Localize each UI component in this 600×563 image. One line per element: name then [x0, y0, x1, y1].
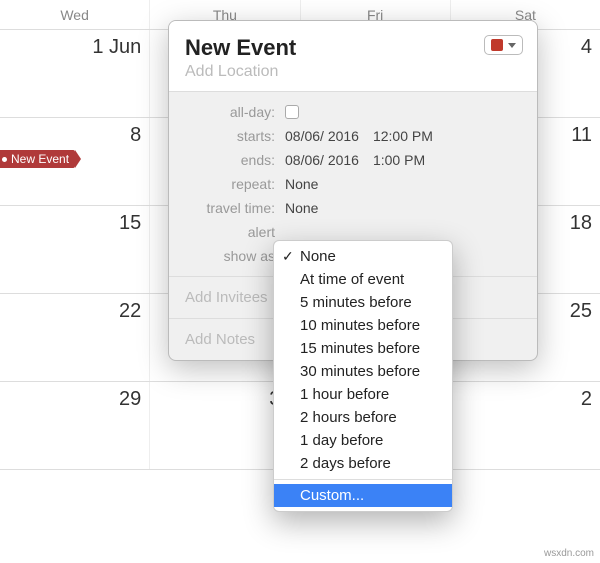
color-swatch-icon — [491, 39, 503, 51]
ends-date[interactable]: 08/06/ 2016 — [285, 152, 359, 168]
day-cell[interactable]: 15 — [0, 206, 150, 293]
day-cell[interactable]: 2 — [451, 382, 600, 469]
alert-option-5m[interactable]: 5 minutes before — [274, 291, 452, 314]
day-header: Wed — [0, 0, 150, 29]
repeat-label: repeat: — [185, 176, 285, 192]
alert-option-1d[interactable]: 1 day before — [274, 429, 452, 452]
starts-date[interactable]: 08/06/ 2016 — [285, 128, 359, 144]
day-cell[interactable]: 8 New Event — [0, 118, 150, 205]
alert-option-custom[interactable]: Custom... — [274, 484, 452, 507]
ends-time[interactable]: 1:00 PM — [373, 152, 425, 168]
event-title: New Event — [11, 152, 69, 166]
popover-header: New Event Add Location — [169, 21, 537, 92]
alert-option-2h[interactable]: 2 hours before — [274, 406, 452, 429]
alert-option-2d[interactable]: 2 days before — [274, 452, 452, 475]
alert-option-at-time[interactable]: At time of event — [274, 268, 452, 291]
starts-label: starts: — [185, 128, 285, 144]
alert-option-none[interactable]: None — [274, 245, 452, 268]
alert-option-15m[interactable]: 15 minutes before — [274, 337, 452, 360]
day-cell[interactable]: 22 — [0, 294, 150, 381]
travel-time-value[interactable]: None — [285, 200, 318, 216]
all-day-checkbox[interactable] — [285, 105, 299, 119]
alert-option-30m[interactable]: 30 minutes before — [274, 360, 452, 383]
ends-label: ends: — [185, 152, 285, 168]
show-as-label: show as — [185, 248, 285, 264]
alert-option-1h[interactable]: 1 hour before — [274, 383, 452, 406]
day-cell[interactable]: 29 — [0, 382, 150, 469]
alert-dropdown[interactable]: None At time of event 5 minutes before 1… — [273, 240, 453, 512]
event-title-field[interactable]: New Event — [185, 35, 521, 61]
alert-option-10m[interactable]: 10 minutes before — [274, 314, 452, 337]
event-location-field[interactable]: Add Location — [185, 63, 521, 81]
alert-label: alert — [185, 224, 285, 240]
day-cell[interactable]: 1 Jun — [0, 30, 150, 117]
menu-separator — [274, 479, 452, 480]
event-block[interactable]: New Event — [0, 150, 75, 168]
repeat-value[interactable]: None — [285, 176, 318, 192]
travel-time-label: travel time: — [185, 200, 285, 216]
starts-time[interactable]: 12:00 PM — [373, 128, 433, 144]
calendar-color-picker[interactable] — [484, 35, 523, 55]
all-day-label: all-day: — [185, 104, 285, 120]
chevron-down-icon — [508, 43, 516, 48]
watermark: wsxdn.com — [544, 548, 594, 559]
